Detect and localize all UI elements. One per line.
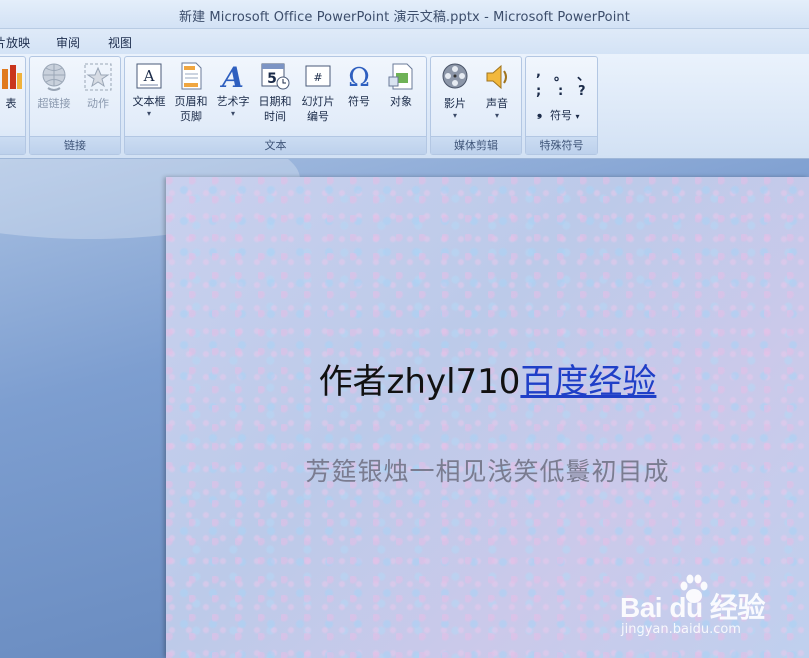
- object-label: 对象: [390, 95, 412, 108]
- slide-subtitle[interactable]: 芳筵银烛一相见浅笑低鬟初目成: [166, 452, 809, 488]
- window-title: 新建 Microsoft Office PowerPoint 演示文稿.pptx…: [179, 10, 630, 25]
- chevron-down-icon[interactable]: ▾: [477, 111, 517, 120]
- group-links: 超链接 动作 链接: [29, 56, 121, 155]
- svg-text:#: #: [313, 71, 322, 84]
- group-text: A 文本框 ▾ 页眉和 页脚 A 艺术字 ▾ 5 日期和 时间 # 幻灯片 编号…: [124, 56, 427, 155]
- symbol-comma[interactable]: ,: [536, 65, 541, 80]
- action-label: 动作: [87, 97, 109, 110]
- datetime-button[interactable]: 5 日期和 时间: [255, 61, 295, 124]
- ribbon: 表 超链接 动作 链接 A 文本框 ▾ 页眉和 页脚 A 艺术字 ▾ 5 日期和…: [0, 54, 809, 159]
- wordart-button[interactable]: A 艺术字 ▾: [213, 61, 253, 118]
- chevron-down-icon[interactable]: ▾: [213, 109, 253, 118]
- header-footer-icon: [181, 62, 202, 90]
- hyperlink-label: 超链接: [37, 97, 71, 110]
- tab-review[interactable]: 审阅: [56, 34, 80, 51]
- symbol-enum-comma[interactable]: 、: [577, 65, 590, 84]
- group-special-symbols: , 。 、 ; : ? ❟ 符号 ▾ 特殊符号: [525, 56, 598, 155]
- group-label-media: 媒体剪辑: [431, 136, 521, 154]
- group-label-text: 文本: [125, 136, 426, 154]
- symbol-label: 符号: [348, 95, 370, 108]
- group-label-links: 链接: [30, 136, 120, 154]
- movie-label: 影片: [444, 97, 466, 110]
- textbox-button[interactable]: A 文本框 ▾: [128, 61, 170, 118]
- group-label-special: 特殊符号: [526, 136, 597, 154]
- title-hyperlink[interactable]: 百度经验: [520, 362, 656, 402]
- title-bar: 新建 Microsoft Office PowerPoint 演示文稿.pptx…: [0, 0, 809, 29]
- symbol-semicolon[interactable]: ;: [536, 84, 541, 99]
- watermark-logo: Bai du 经验: [620, 592, 765, 623]
- symbol-comma-bold[interactable]: ❟: [537, 105, 542, 120]
- header-footer-label-2: 页脚: [180, 110, 202, 123]
- datetime-label-1: 日期和: [258, 95, 292, 108]
- slide-number-label-2: 编号: [307, 110, 329, 123]
- object-button[interactable]: 对象: [381, 61, 421, 109]
- slide-number-icon: #: [305, 65, 331, 87]
- group-label-partial: [0, 136, 25, 154]
- calendar-clock-icon: 5: [261, 63, 290, 90]
- svg-text:A: A: [143, 67, 155, 85]
- symbol-dropdown-label: 符号: [550, 109, 572, 122]
- sound-button[interactable]: 声音 ▾: [477, 61, 517, 120]
- chart-button[interactable]: 表: [0, 61, 23, 111]
- title-text: 作者zhyl710: [318, 362, 521, 402]
- baidu-watermark: Bai du 经验 jingyan.baidu.com: [618, 570, 798, 654]
- chevron-down-icon: ▾: [575, 112, 580, 121]
- group-illustrations-partial: 表: [0, 56, 26, 155]
- ribbon-tabs: 灯片放映 审阅 视图: [0, 29, 809, 54]
- group-media: 影片 ▾ 声音 ▾ 媒体剪辑: [430, 56, 522, 155]
- slide-title[interactable]: 作者zhyl710百度经验: [166, 354, 809, 403]
- header-footer-button[interactable]: 页眉和 页脚: [171, 61, 211, 124]
- symbol-question[interactable]: ?: [578, 84, 586, 99]
- tab-view[interactable]: 视图: [108, 34, 132, 51]
- object-icon: [388, 63, 413, 90]
- chevron-down-icon[interactable]: ▾: [128, 109, 170, 118]
- symbol-button[interactable]: Ω 符号: [341, 61, 377, 109]
- action-star-icon: [84, 63, 112, 91]
- hyperlink-button[interactable]: 超链接: [34, 61, 74, 111]
- slide-number-label-1: 幻灯片: [301, 95, 335, 108]
- symbol-colon[interactable]: :: [558, 84, 563, 99]
- film-reel-icon: [442, 63, 468, 89]
- tab-slideshow[interactable]: 灯片放映: [0, 34, 30, 51]
- svg-text:5: 5: [267, 71, 277, 87]
- symbol-period[interactable]: 。: [554, 65, 567, 84]
- symbol-dropdown-button[interactable]: 符号 ▾: [550, 107, 580, 123]
- svg-text:A: A: [219, 61, 244, 91]
- textbox-icon: A: [136, 63, 162, 89]
- chart-label: 表: [5, 97, 17, 110]
- header-footer-label-1: 页眉和: [174, 95, 208, 108]
- watermark-url: jingyan.baidu.com: [621, 622, 741, 637]
- movie-button[interactable]: 影片 ▾: [435, 61, 475, 120]
- speaker-icon: [486, 64, 507, 90]
- datetime-label-2: 时间: [264, 110, 286, 123]
- globe-link-icon: [42, 63, 66, 91]
- svg-text:Ω: Ω: [348, 63, 370, 91]
- slide-number-button[interactable]: # 幻灯片 编号: [297, 61, 339, 124]
- textbox-label: 文本框: [132, 95, 166, 108]
- wordart-icon: A: [219, 61, 244, 91]
- sound-label: 声音: [486, 97, 508, 110]
- action-button[interactable]: 动作: [78, 61, 118, 111]
- chevron-down-icon[interactable]: ▾: [435, 111, 475, 120]
- wordart-label: 艺术字: [216, 95, 250, 108]
- chart-icon: [2, 65, 22, 89]
- omega-icon: Ω: [348, 63, 370, 91]
